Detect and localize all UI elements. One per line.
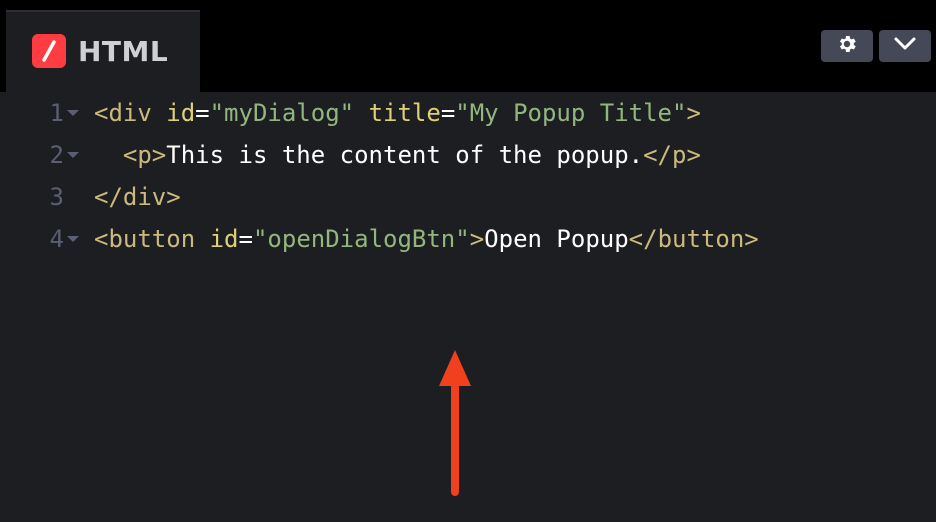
code-token: <button <box>94 225 196 253</box>
html-editor-panel: HTML 1 <div id="myDialog" title="My Popu… <box>0 0 936 522</box>
code-token: "openDialogBtn" <box>252 225 470 253</box>
code-token: Open Popup <box>484 225 629 253</box>
code-text: <p>This is the content of the popup.</p> <box>94 134 701 176</box>
code-text: <div id="myDialog" title="My Popup Title… <box>94 92 701 134</box>
code-token: </button> <box>628 225 759 253</box>
code-token: = <box>440 99 456 127</box>
chevron-down-icon <box>893 36 917 57</box>
code-text: </div> <box>94 176 181 218</box>
codepen-slash-icon <box>32 34 66 68</box>
fold-arrow-icon[interactable] <box>67 110 79 116</box>
code-token: </p> <box>643 141 701 169</box>
code-token: <div <box>94 99 152 127</box>
gear-icon <box>836 33 858 60</box>
line-number: 2 <box>49 141 64 169</box>
code-token: id <box>166 99 196 127</box>
collapse-button[interactable] <box>879 30 931 62</box>
code-line: 1 <div id="myDialog" title="My Popup Tit… <box>0 92 936 134</box>
red-up-arrow-icon <box>439 350 471 496</box>
tab-label: HTML <box>78 35 169 68</box>
fold-arrow-icon[interactable] <box>67 152 79 158</box>
code-token: "myDialog" <box>209 99 355 127</box>
code-token: > <box>686 99 701 127</box>
code-line: 3 </div> <box>0 176 936 218</box>
code-token: "My Popup Title" <box>455 99 687 127</box>
code-editor[interactable]: 1 <div id="myDialog" title="My Popup Tit… <box>0 92 936 522</box>
editor-header: HTML <box>0 0 936 92</box>
code-text: <button id="openDialogBtn">Open Popup</b… <box>94 218 759 260</box>
code-token: = <box>195 99 210 127</box>
code-token: </div> <box>94 183 181 211</box>
line-number: 1 <box>49 99 64 127</box>
code-line: 2 <p>This is the content of the popup.</… <box>0 134 936 176</box>
code-token: <p> <box>122 141 167 169</box>
settings-button[interactable] <box>821 30 873 62</box>
line-number: 3 <box>49 183 64 211</box>
code-token: = <box>238 225 253 253</box>
code-token: id <box>209 225 239 253</box>
code-token: title <box>368 99 441 127</box>
code-line: 4 <button id="openDialogBtn">Open Popup<… <box>0 218 936 260</box>
code-token: This is the content of the popup. <box>166 141 644 169</box>
fold-arrow-icon[interactable] <box>67 236 79 242</box>
tab-html[interactable]: HTML <box>6 10 200 92</box>
line-number: 4 <box>49 225 64 253</box>
code-token: > <box>469 225 485 253</box>
